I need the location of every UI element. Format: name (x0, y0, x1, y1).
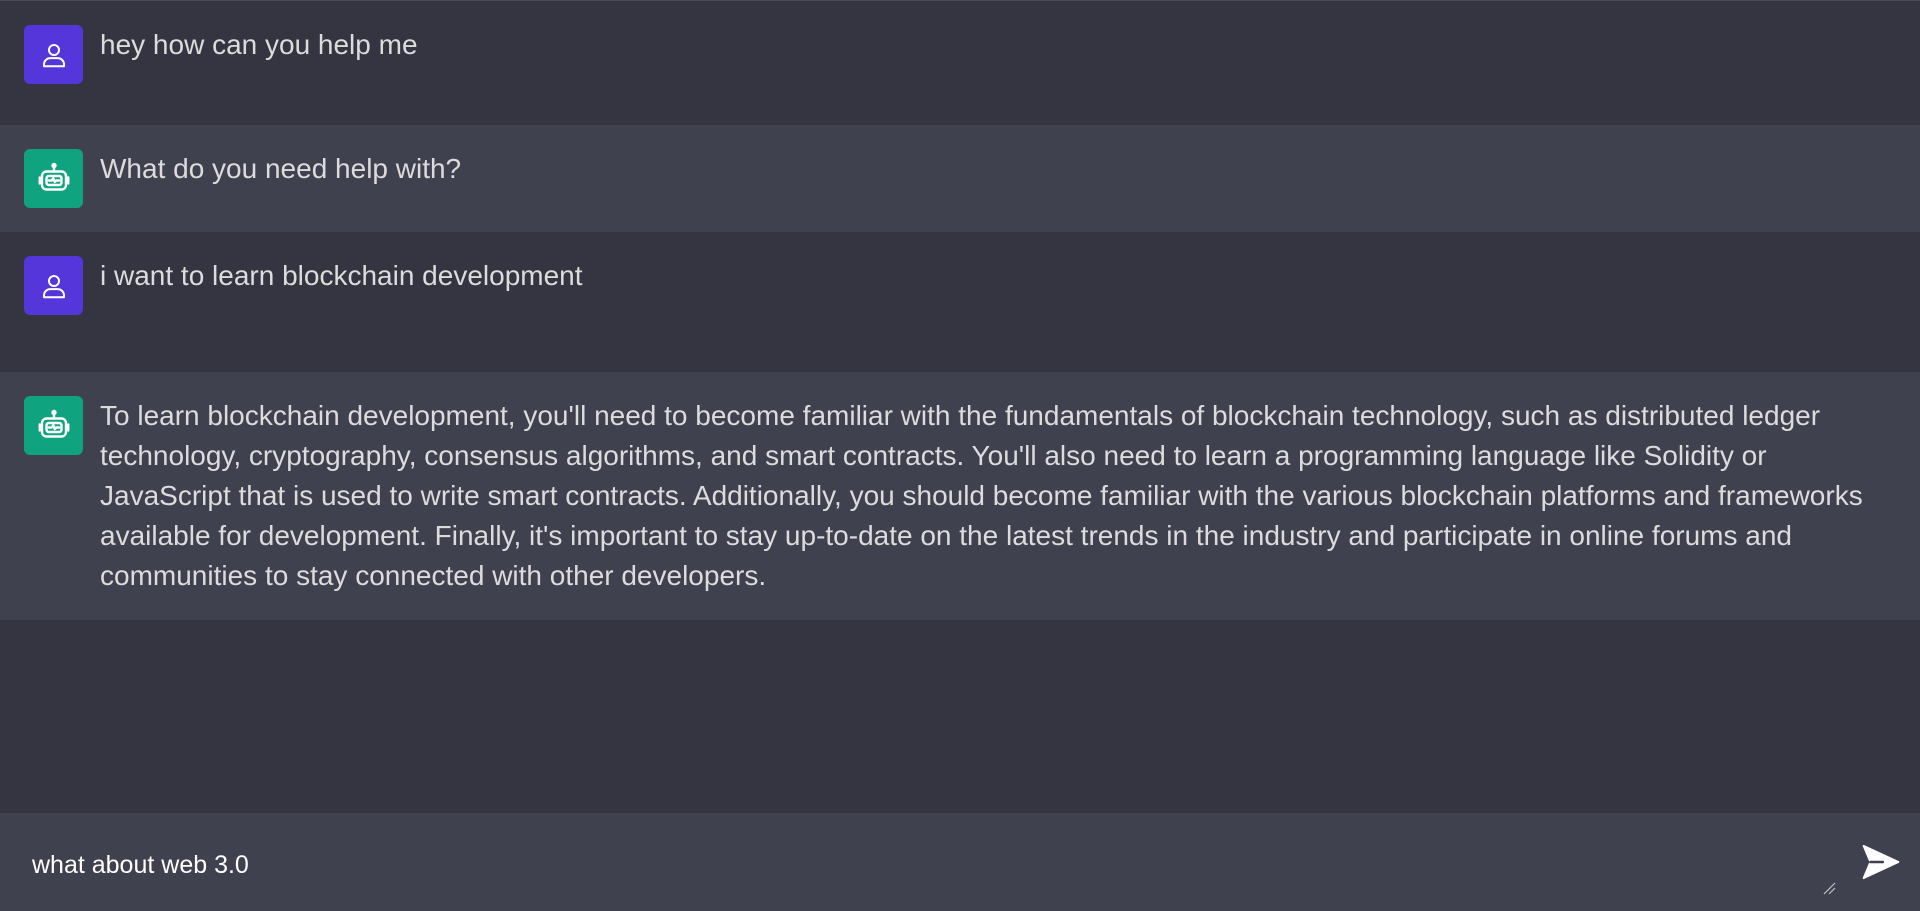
robot-icon (38, 162, 69, 191)
user-icon (42, 274, 65, 298)
message-text: To learn blockchain development, you'll … (100, 400, 1871, 591)
message-row-user: hey how can you help me (0, 1, 1920, 125)
message-row-bot: To learn blockchain development, you'll … (0, 372, 1920, 620)
send-icon (1862, 844, 1900, 880)
prompt-input[interactable] (32, 837, 1822, 893)
chat-app: hey how can you help me What do you need… (0, 0, 1920, 911)
user-avatar (24, 256, 83, 315)
message-text: hey how can you help me (100, 29, 418, 60)
chat-container: hey how can you help me What do you need… (0, 1, 1920, 813)
user-icon (42, 43, 65, 67)
message-row-bot: What do you need help with? (0, 125, 1920, 232)
message-text: What do you need help with? (100, 153, 462, 184)
robot-icon (38, 409, 69, 438)
message-row-user: i want to learn blockchain development (0, 232, 1920, 372)
bot-avatar (24, 149, 83, 208)
send-button[interactable] (1858, 839, 1904, 885)
composer (0, 813, 1920, 911)
resize-handle-icon[interactable] (1822, 881, 1836, 895)
user-avatar (24, 25, 83, 84)
message-text: i want to learn blockchain development (100, 260, 583, 291)
bot-avatar (24, 396, 83, 455)
